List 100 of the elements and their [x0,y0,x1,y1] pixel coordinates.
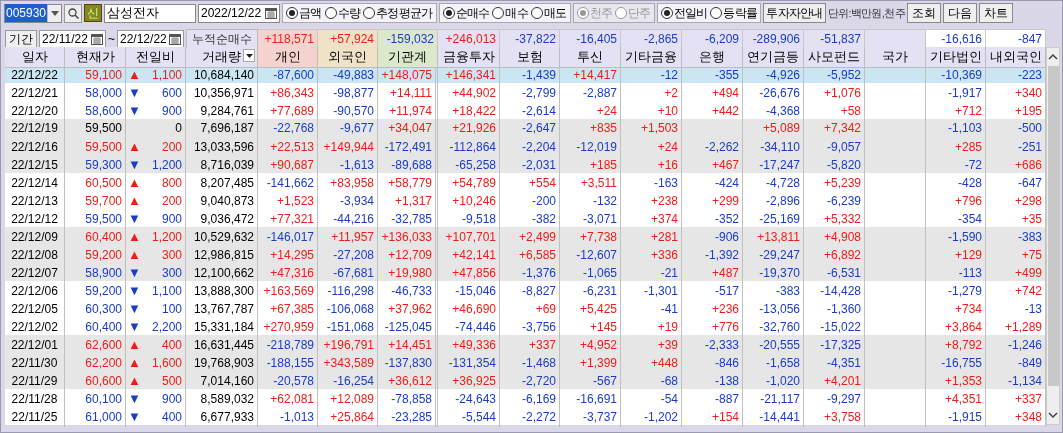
column-header[interactable]: 금융투자 [438,47,500,68]
total-cell: -51,837 [804,29,865,49]
trend-arrow: ▼ [128,408,141,426]
table-row[interactable]: 22/12/13 59,700 ▲ 200 9,040,873 +1,523 -3,934 +1,317 +10,246 -200 -132 +238 +299 -2,896 -6,239 +796 +298 [5,191,1046,209]
table-cell: +3,758 [804,407,865,427]
table-cell-text: 59,200 [85,282,122,300]
table-cell: 6,677,933 [186,407,258,427]
table-row[interactable]: 22/12/07 58,900 ▼ 300 12,100,662 +47,316 -67,681 +19,980 +47,856 -1,376 -1,065 -21 +487 -19,370 -6,531 -113 +499 [5,263,1046,281]
investor-guide-button[interactable]: 투자자안내 [763,3,826,23]
table-cell-text: 200 [161,138,182,156]
radio-label[interactable]: 전일비 [673,6,708,20]
scroll-down-icon[interactable] [1048,409,1058,421]
table-cell: -5,544 [438,407,500,427]
trend-arrow: ▼ [128,156,141,174]
radio-label[interactable]: 수량 [337,6,361,20]
table-row[interactable]: 22/11/30 62,200 ▲ 1,600 19,768,903 -188,155 +343,589 -137,830 -131,354 -1,468 +1,399 +448 -846 -1,658 -4,351 -16,755 -849 [5,353,1046,371]
column-header[interactable]: 거래량 [186,47,258,68]
sort-dropdown-icon[interactable] [243,49,255,62]
column-header[interactable]: 국가 [865,47,926,68]
table-cell-text: 62,200 [85,354,122,372]
trend-arrow: ▼ [128,390,141,408]
table-cell-text: 59,500 [85,138,122,156]
column-header[interactable]: 은행 [682,47,743,68]
scrollbar[interactable] [1046,47,1060,425]
table-row[interactable]: 22/12/02 60,400 ▼ 2,200 15,331,184 +270,959 -151,068 -125,045 -74,446 -3,756 +145 +19 +776 -32,760 -15,022 +3,864 +1,289 [5,317,1046,335]
table-row[interactable]: 22/12/01 62,600 ▲ 400 16,631,445 -218,789 +196,791 +14,451 +49,336 +337 +4,952 +39 -2,333 -20,555 -17,325 +8,792 -1,246 [5,335,1046,353]
column-header[interactable]: 기타법인 [926,47,986,68]
radio-button[interactable] [710,7,723,19]
table-cell-text: 400 [161,336,182,354]
radio-button[interactable] [530,7,543,19]
total-cell: -289,906 [743,29,804,49]
toolbar-button[interactable]: 조회 [906,3,941,23]
table-cell-text: 400 [161,408,182,426]
table-row[interactable]: 22/12/09 60,400 ▲ 1,200 10,529,632 -146,017 +11,957 +136,033 +107,701 +2,499 +7,738 +281 -906 +13,811 +4,908 -1,590 -383 [5,227,1046,245]
calendar-icon[interactable] [169,33,181,45]
table-cell: 22/11/25 [5,407,65,427]
radio-label[interactable]: 매수 [505,6,528,20]
table-row[interactable]: 22/12/08 59,200 ▲ 300 12,986,815 +14,295 -27,208 +12,709 +42,141 +6,585 -12,607 +336 -1,392 -29,247 +6,892 +129 +75 [5,245,1046,263]
radio-button[interactable] [286,7,298,19]
table-cell-text: 62,600 [85,336,122,354]
table-row[interactable]: 22/11/28 60,100 ▼ 900 8,589,032 +62,081 +12,089 -78,858 -24,643 -6,169 -16,691 -54 -887 -21,117 -9,297 +4,351 +337 [5,389,1046,407]
table-row[interactable]: 22/12/20 58,600 ▼ 900 9,284,761 +77,689 -90,570 +11,974 +18,422 -2,614 +24 +10 +442 -4,368 +58 +712 +195 [5,101,1046,119]
radio-label[interactable]: 순매수 [455,6,490,20]
trend-arrow: ▲ [128,192,141,210]
toolbar-button[interactable]: 다음 [942,3,977,23]
column-header[interactable]: 내외국인 [986,47,1046,68]
radio-button[interactable] [442,7,455,19]
column-header[interactable]: 투신 [560,47,621,68]
table-row[interactable]: 22/12/06 59,200 ▼ 1,100 13,888,300 +163,569 -116,298 -46,733 -15,046 -8,827 -6,231 -1,301 -517 -383 -14,428 -1,279 +742 [5,281,1046,299]
calendar-icon[interactable] [265,7,277,19]
trend-arrow: ▲ [128,246,141,264]
radio-button[interactable] [660,7,673,19]
date-field[interactable]: 2022/12/22 [198,3,280,23]
table-cell: -14,441 [743,407,804,427]
cumulative-net-buy-label: 누적순매수 [186,29,258,49]
table-row[interactable]: 22/12/12 59,500 ▼ 900 9,036,472 +77,321 -44,216 -32,785 -9,518 -382 -3,071 +374 -352 -25,169 +5,332 -354 +35 [5,209,1046,227]
table-row[interactable]: 22/12/15 59,300 ▼ 1,200 8,716,039 +90,687 -1,613 -89,688 -65,258 -2,031 +185 +16 +467 -17,247 -5,820 -72 +686 [5,155,1046,173]
table-cell-text: 60,300 [85,300,122,318]
table-cell: -2,272 [500,407,560,427]
table-row[interactable]: 22/12/19 59,500 0 7,696,187 -22,768 -9,677 +34,047 +21,926 -2,647 +835 +1,503 +5,089 +7,342 -1,103 -500 [5,119,1046,137]
column-header[interactable]: 일자 [5,47,65,68]
radio-label[interactable]: 등락률 [723,6,758,20]
column-header[interactable]: 연기금등 [743,47,804,68]
column-header[interactable]: 전일비 [126,47,186,68]
table-row[interactable]: 22/11/25 61,000 ▼ 400 6,677,933 -1,013 +25,864 -23,285 -5,544 -2,272 -3,737 -1,202 +154 -14,441 +3,758 -1,915 +348 [5,407,1046,425]
table-row[interactable]: 22/12/14 60,500 ▲ 800 8,207,485 -141,662 +83,958 +58,779 +54,789 +554 +3,511 -163 -424 -4,728 +5,239 -428 -647 [5,173,1046,191]
table-cell: -23,285 [378,407,438,427]
radio-button[interactable] [363,7,376,19]
table-cell-text: 58,600 [85,102,122,120]
start-date-field[interactable]: 22/11/22 [39,30,106,48]
column-header[interactable]: 사모펀드 [804,47,865,68]
table-cell-text: 59,100 [85,66,122,84]
total-cell: -847 [986,29,1046,49]
total-cell: -16,616 [926,29,986,49]
table-cell-text: 60,600 [85,372,122,390]
table-cell-text: 59,700 [85,192,122,210]
end-date-field[interactable]: 22/12/22 [117,30,184,48]
search-button[interactable] [64,3,82,23]
table-cell: +154 [682,407,743,427]
radio-button[interactable] [324,7,337,19]
column-header[interactable]: 기관계 [378,47,438,68]
column-header[interactable]: 외국인 [318,47,378,68]
column-header[interactable]: 개인 [258,47,318,68]
total-cell: +57,924 [318,29,378,49]
column-header[interactable]: 기타금융 [621,47,682,68]
column-header[interactable]: 보험 [500,47,560,68]
trend-arrow: ▼ [128,102,141,120]
radio-label[interactable]: 추정평균가 [376,6,433,20]
radio-label[interactable]: 금액 [299,6,322,20]
radio-label[interactable]: 매도 [543,6,567,20]
table-row[interactable]: 22/12/21 58,000 ▼ 600 10,356,971 +86,343 -98,877 +14,111 +44,902 -2,799 -2,887 +2 +494 -26,676 +1,076 -1,917 +340 [5,83,1046,101]
calendar-icon[interactable] [91,33,103,45]
column-header[interactable]: 현재가 [65,47,126,68]
stock-name-field[interactable]: 삼성전자 [104,3,196,23]
scroll-thumb[interactable] [1047,66,1059,386]
table-row[interactable]: 22/12/16 59,500 ▲ 200 13,033,596 +22,513 +149,944 -172,491 -112,864 -2,204 -12,019 +24 -2,262 -34,110 -9,057 +285 -251 [5,137,1046,155]
radio-button[interactable] [492,7,505,19]
table-row[interactable]: 22/12/05 60,300 ▼ 100 13,767,787 +67,385 -106,068 +37,962 +46,690 +69 +5,425 -41 +236 -13,056 -1,360 +734 -13 [5,299,1046,317]
toolbar-button[interactable]: 차트 [978,3,1013,23]
table-row[interactable]: 22/11/29 60,600 ▲ 500 7,014,160 -20,578 -16,254 +36,612 +36,925 -2,720 -567 -68 -138 -1,020 +4,201 +1,353 -1,134 [5,371,1046,389]
